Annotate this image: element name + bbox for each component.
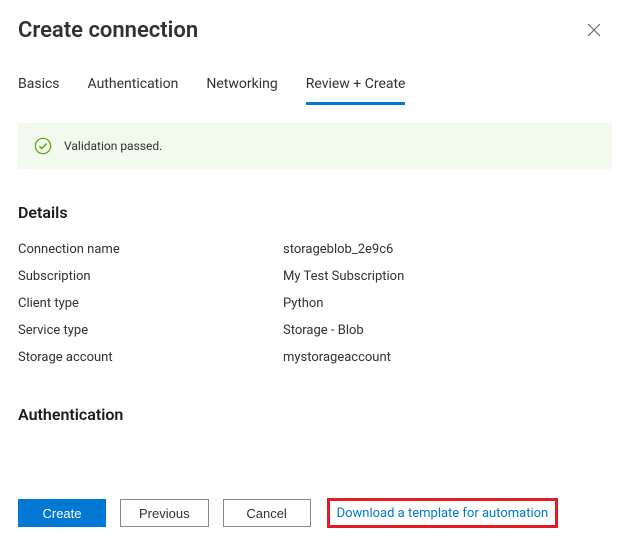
- validation-message: Validation passed.: [64, 139, 162, 153]
- section-title-authentication: Authentication: [18, 405, 612, 424]
- create-connection-panel: Create connection Basics Authentication …: [0, 0, 630, 542]
- create-button[interactable]: Create: [18, 499, 106, 527]
- tab-authentication[interactable]: Authentication: [88, 70, 179, 105]
- close-button[interactable]: [580, 16, 608, 44]
- download-template-link[interactable]: Download a template for automation: [337, 506, 549, 521]
- detail-val: mystorageaccount: [283, 350, 612, 365]
- detail-key: Service type: [18, 323, 283, 338]
- tab-basics[interactable]: Basics: [18, 70, 60, 105]
- previous-button[interactable]: Previous: [120, 499, 209, 527]
- tab-networking[interactable]: Networking: [206, 70, 277, 105]
- download-template-highlight: Download a template for automation: [327, 498, 559, 528]
- tab-review-create[interactable]: Review + Create: [306, 70, 406, 105]
- panel-header: Create connection: [0, 0, 630, 54]
- detail-val: Python: [283, 296, 612, 311]
- detail-val: My Test Subscription: [283, 269, 612, 284]
- detail-row-storage-account: Storage account mystorageaccount: [18, 344, 612, 371]
- detail-key: Storage account: [18, 350, 283, 365]
- detail-key: Connection name: [18, 242, 283, 257]
- detail-key: Subscription: [18, 269, 283, 284]
- close-icon: [587, 23, 601, 37]
- success-icon: [34, 137, 52, 155]
- detail-row-service-type: Service type Storage - Blob: [18, 317, 612, 344]
- detail-row-connection-name: Connection name storageblob_2e9c6: [18, 236, 612, 263]
- detail-row-client-type: Client type Python: [18, 290, 612, 317]
- detail-val: Storage - Blob: [283, 323, 612, 338]
- panel-body[interactable]: Validation passed. Details Connection na…: [0, 105, 630, 486]
- tab-strip: Basics Authentication Networking Review …: [0, 70, 630, 105]
- section-title-details: Details: [18, 203, 612, 222]
- validation-banner: Validation passed.: [18, 123, 612, 169]
- panel-title: Create connection: [18, 18, 198, 43]
- panel-footer: Create Previous Cancel Download a templa…: [0, 486, 630, 542]
- detail-key: Client type: [18, 296, 283, 311]
- cancel-button[interactable]: Cancel: [223, 499, 311, 527]
- detail-val: storageblob_2e9c6: [283, 242, 612, 257]
- detail-row-subscription: Subscription My Test Subscription: [18, 263, 612, 290]
